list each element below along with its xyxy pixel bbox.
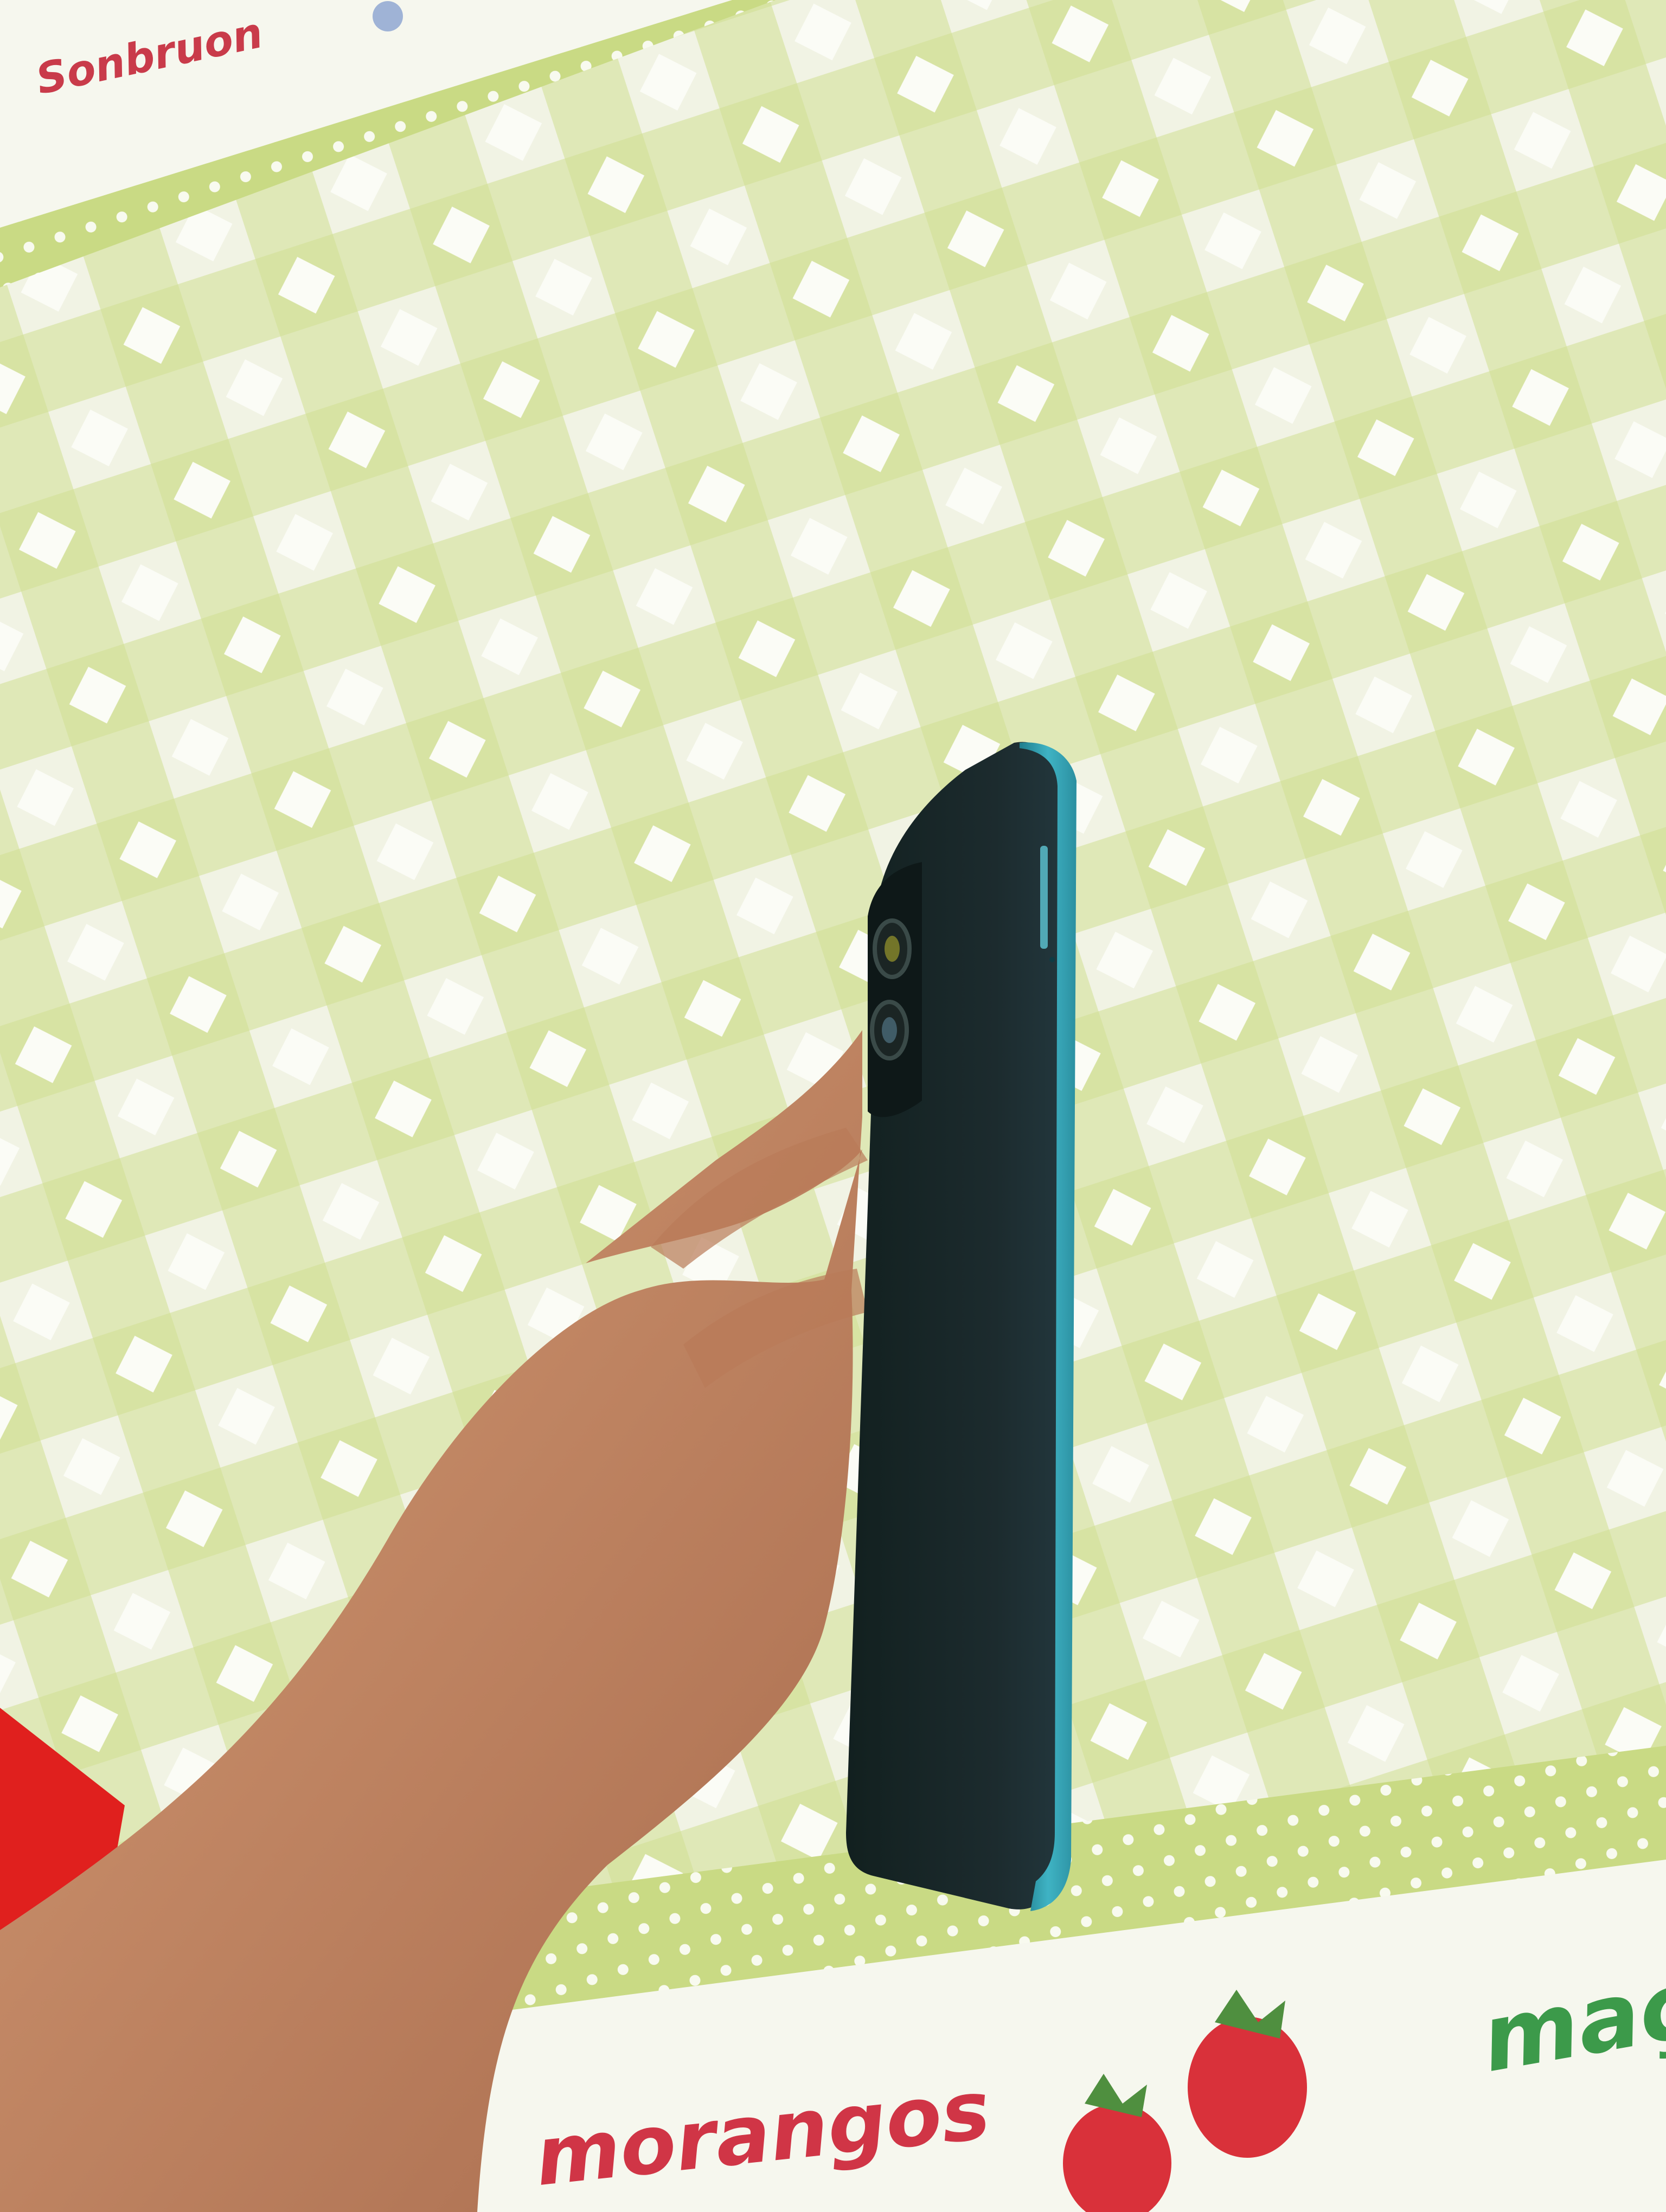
sim-eject-hole <box>1049 957 1055 962</box>
sim-tray <box>1040 846 1048 949</box>
blue-spot <box>373 1 403 31</box>
photo-scene <box>0 0 1666 2212</box>
camera-bump <box>868 862 922 1117</box>
phone <box>846 742 1077 1911</box>
